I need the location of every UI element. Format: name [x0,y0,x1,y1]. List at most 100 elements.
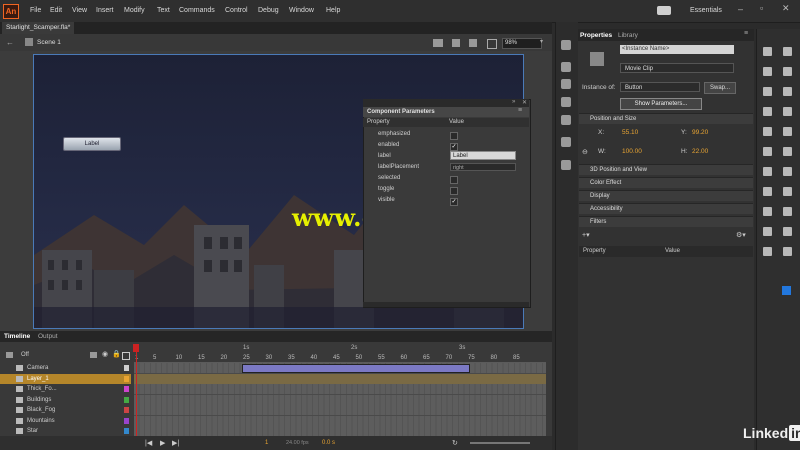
current-frame[interactable]: 1 [265,440,268,446]
camera-tween-span[interactable] [242,364,470,373]
menu-view[interactable]: View [72,7,87,14]
zoom-tool-icon[interactable] [783,227,792,236]
properties-icon[interactable] [561,40,571,50]
menu-commands[interactable]: Commands [179,7,215,14]
edit-scene-icon[interactable] [452,39,460,47]
menu-edit[interactable]: Edit [50,7,62,14]
edit-symbol-icon[interactable] [469,39,477,47]
layer-color-swatch[interactable] [124,428,129,434]
pen-tool-icon[interactable] [763,107,772,116]
playhead-handle[interactable] [133,344,139,352]
instance-name-input[interactable]: <Instance Name> [620,45,734,54]
frame-row[interactable] [134,373,546,385]
scene-label[interactable]: Scene 1 [37,39,61,46]
layer-color-swatch[interactable] [124,386,129,392]
loop-icon[interactable]: ↻ [452,439,458,447]
layer-row[interactable]: Mountains [0,416,131,426]
section-accessibility[interactable]: Accessibility [579,203,753,214]
layer-color-swatch[interactable] [124,375,129,382]
panel-menu-icon[interactable]: ≡ [744,30,748,37]
panel-resize-handle[interactable] [363,302,529,307]
oval-tool-icon[interactable] [783,147,792,156]
show-parameters-button[interactable]: Show Parameters... [620,98,702,110]
last-frame-icon[interactable]: ▶| [172,439,179,447]
bone-tool-icon[interactable] [783,247,792,256]
fill-color-swatch[interactable] [782,286,791,295]
minimize-icon[interactable]: ‒ [738,4,743,14]
param-labelplacement-select[interactable]: right [450,163,516,171]
menu-file[interactable]: File [30,7,41,14]
frame-row[interactable] [134,405,546,416]
pencil-tool-icon[interactable] [763,167,772,176]
swap-button[interactable]: Swap... [704,82,736,94]
x-value[interactable]: 55.10 [622,129,638,136]
close-icon[interactable]: ✕ [522,99,527,106]
param-selected-checkbox[interactable] [450,176,458,184]
collapse-icon[interactable]: » [512,99,515,105]
layer-color-swatch[interactable] [124,365,129,371]
clip-icon[interactable] [487,39,497,49]
subselection-tool-icon[interactable] [783,47,792,56]
y-value[interactable]: 99.20 [692,129,708,136]
menu-insert[interactable]: Insert [96,7,114,14]
section-color-effect[interactable]: Color Effect [579,177,753,188]
param-emphasized-checkbox[interactable] [450,132,458,140]
tab-timeline[interactable]: Timeline [4,333,30,340]
free-transform-tool-icon[interactable] [763,67,772,76]
info-icon[interactable] [561,97,571,107]
rectangle-tool-icon[interactable] [763,147,772,156]
layer-row[interactable]: Camera [0,363,131,373]
onion-skin-icon[interactable] [6,352,13,358]
add-anchor-tool-icon[interactable] [783,107,792,116]
menu-modify[interactable]: Modify [124,7,145,14]
camera-tool-icon[interactable] [433,39,443,47]
section-display[interactable]: Display [579,190,753,201]
zoom-select[interactable]: 98% [502,38,542,49]
menu-control[interactable]: Control [225,7,248,14]
gear-icon[interactable]: ⚙▾ [736,231,746,239]
layer-row[interactable]: Buildings [0,395,131,405]
param-toggle-checkbox[interactable] [450,187,458,195]
camera-tool-icon[interactable] [783,207,792,216]
param-visible-checkbox[interactable]: ✓ [450,198,458,206]
layer-color-swatch[interactable] [124,396,129,403]
swatches-icon[interactable] [561,160,571,170]
align-icon[interactable] [561,79,571,89]
maximize-icon[interactable]: ▫ [760,3,763,13]
layer-row[interactable]: Layer_1 [0,373,131,384]
eyedropper-tool-icon[interactable] [763,247,772,256]
color-icon[interactable] [561,137,571,147]
add-filter-icon[interactable]: +▾ [582,231,590,239]
link-icon[interactable]: ⊖ [582,148,588,156]
text-tool-icon[interactable] [763,127,772,136]
frame-row[interactable] [134,384,546,395]
playhead[interactable] [136,346,137,442]
brush-tool-icon[interactable] [783,167,792,176]
layer-row[interactable]: Thick_Fo... [0,384,131,394]
param-label-input[interactable]: Label [450,151,516,160]
layer-row[interactable]: Black_Fog [0,405,131,415]
library-icon[interactable] [561,62,571,72]
frame-row[interactable] [134,415,546,427]
menu-text[interactable]: Text [157,7,170,14]
back-arrow-icon[interactable]: ← [6,38,14,47]
stage-button-instance[interactable]: Label [63,137,121,151]
h-value[interactable]: 22.00 [692,148,708,155]
selection-tool-icon[interactable] [763,47,772,56]
param-enabled-checkbox[interactable]: ✓ [450,143,458,151]
workspace-switcher[interactable]: Essentials [690,7,722,14]
symbol-type-select[interactable]: Movie Clip [620,63,734,73]
panel-menu-icon[interactable]: ≡ [518,107,522,114]
section-position-size[interactable]: Position and Size [579,113,753,124]
hand-tool-icon[interactable] [763,227,772,236]
tab-output[interactable]: Output [38,333,58,340]
play-icon[interactable]: ▶ [160,439,165,447]
zoom-slider[interactable] [470,442,530,444]
paint-bucket-tool-icon[interactable] [763,187,772,196]
lock-icon[interactable]: 🔒 [112,350,121,358]
frame-rate[interactable]: 24.00 fps [286,440,309,446]
first-frame-icon[interactable]: |◀ [145,439,152,447]
lasso-tool-icon[interactable] [763,87,772,96]
menu-help[interactable]: Help [326,7,340,14]
layer-row[interactable]: Star [0,426,131,436]
